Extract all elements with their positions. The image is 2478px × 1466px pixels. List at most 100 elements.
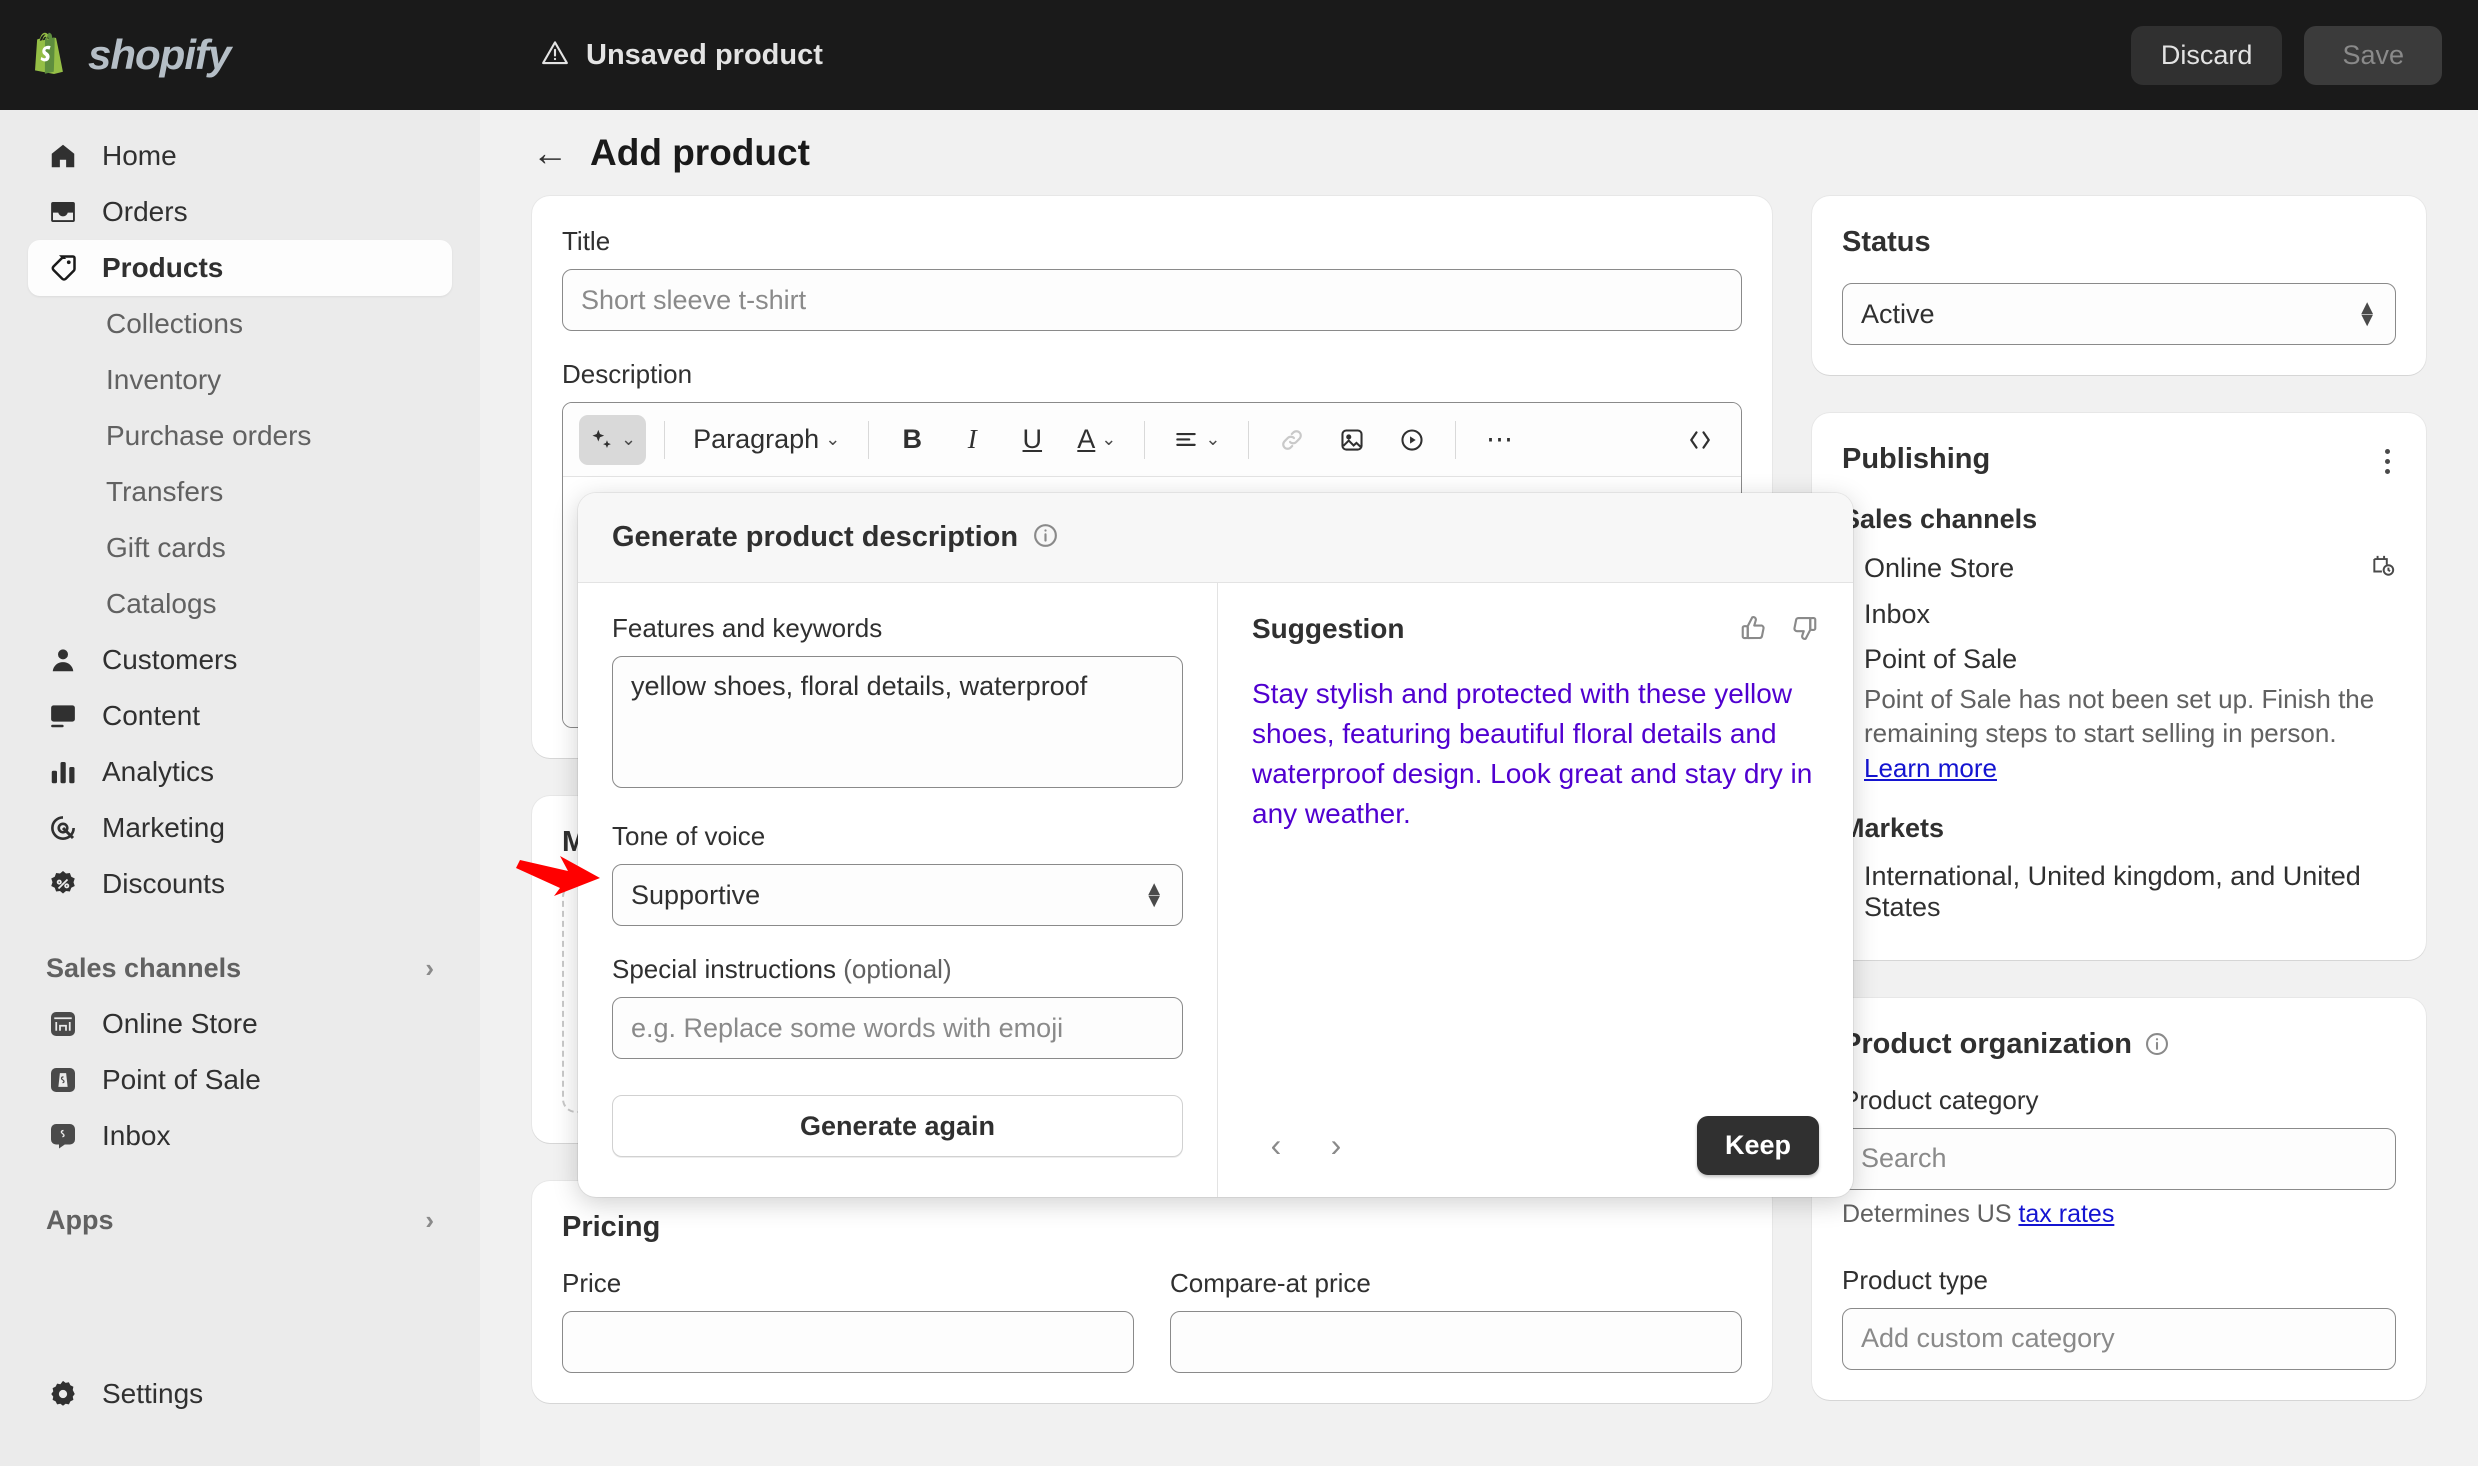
insert-image-icon[interactable]	[1327, 415, 1377, 465]
save-button[interactable]: Save	[2304, 25, 2442, 85]
more-horizontal-icon[interactable]: ⋯	[1474, 415, 1524, 465]
sales-channels-subhead: Sales channels	[1842, 504, 2038, 534]
chevron-down-icon: ⌄	[621, 429, 637, 449]
sidebar-item-online-store[interactable]: Online Store	[28, 996, 452, 1052]
sidebar-item-orders[interactable]: Orders	[28, 184, 452, 240]
popover-header: Generate product description	[578, 493, 1853, 583]
underline-button[interactable]: U	[1007, 415, 1057, 465]
keep-button[interactable]: Keep	[1696, 1116, 1819, 1175]
discount-badge-icon	[46, 867, 80, 901]
channel-row-point-of-sale[interactable]: Point of Sale	[1842, 637, 2396, 682]
divider	[868, 420, 870, 459]
sidebar-item-discounts[interactable]: Discounts	[28, 856, 452, 912]
sidebar-section-apps[interactable]: Apps ›	[28, 1192, 452, 1248]
sidebar-item-collections[interactable]: Collections	[28, 296, 452, 352]
sidebar-item-products[interactable]: Products	[28, 240, 452, 296]
features-keywords-textarea[interactable]	[612, 656, 1183, 788]
learn-more-link[interactable]: Learn more	[1864, 753, 1997, 783]
title-input[interactable]	[562, 269, 1742, 331]
paragraph-style-label: Paragraph	[693, 424, 820, 454]
product-organization-label: Product organization	[1842, 1027, 2132, 1060]
sidebar-label: Analytics	[102, 756, 215, 787]
unsaved-status-text: Unsaved product	[586, 38, 823, 71]
pos-setup-note: Point of Sale has not been set up. Finis…	[1864, 684, 2375, 749]
thumbs-up-icon[interactable]	[1739, 613, 1769, 648]
channel-row-inbox[interactable]: Inbox	[1842, 592, 2396, 637]
kebab-menu-icon[interactable]	[2379, 443, 2396, 480]
storefront-icon	[46, 1007, 80, 1041]
shopify-logo[interactable]: shopify	[0, 31, 480, 79]
tone-of-voice-select[interactable]: Supportive ▲ ▼	[612, 864, 1183, 926]
sidebar-nav: Home Orders Products Collections Invento…	[0, 110, 480, 1466]
generate-description-popover: Generate product description Features an…	[578, 493, 1853, 1197]
italic-button[interactable]: I	[947, 415, 997, 465]
sidebar-item-purchase-orders[interactable]: Purchase orders	[28, 408, 452, 464]
product-type-input[interactable]	[1842, 1307, 2396, 1370]
product-organization-title: Product organization	[1842, 1028, 2170, 1061]
sidebar-label: Settings	[102, 1378, 204, 1409]
sidebar-item-home[interactable]: Home	[28, 128, 452, 184]
sidebar-item-marketing[interactable]: Marketing	[28, 800, 452, 856]
compare-at-price-input[interactable]	[1170, 1311, 1742, 1373]
special-instructions-text: Special instructions	[612, 954, 836, 984]
align-left-icon[interactable]: ⌄	[1163, 415, 1230, 465]
shopify-bag-icon	[28, 32, 70, 78]
paragraph-style-dropdown[interactable]: Paragraph ⌄	[683, 415, 850, 465]
select-chevrons-icon: ▲ ▼	[1144, 877, 1164, 912]
sidebar-item-analytics[interactable]: Analytics	[28, 744, 452, 800]
price-input[interactable]	[562, 1311, 1134, 1373]
description-field-label: Description	[562, 359, 693, 389]
pricing-section-title: Pricing	[562, 1211, 661, 1243]
generate-again-button[interactable]: Generate again	[612, 1095, 1183, 1157]
sidebar-item-inventory[interactable]: Inventory	[28, 352, 452, 408]
sidebar-item-inbox[interactable]: Inbox	[28, 1108, 452, 1164]
insert-video-icon[interactable]	[1387, 415, 1437, 465]
sidebar-item-customers[interactable]: Customers	[28, 632, 452, 688]
channel-row-online-store[interactable]: Online Store	[1842, 545, 2396, 592]
suggestion-label: Suggestion	[1252, 613, 1405, 644]
popover-surface: Generate product description Features an…	[578, 493, 1853, 1197]
sidebar-item-point-of-sale[interactable]: Point of Sale	[28, 1052, 452, 1108]
suggestion-text: Stay stylish and protected with these ye…	[1252, 678, 1813, 830]
home-icon	[46, 139, 80, 173]
chevron-left-icon[interactable]: ‹	[1252, 1122, 1300, 1170]
tax-hint-text: Determines US	[1842, 1199, 2019, 1228]
secondary-column: Status Active ▲ ▼ Publishing Sales channe…	[1812, 196, 2426, 1438]
sidebar-item-content[interactable]: Content	[28, 688, 452, 744]
schedule-clock-icon[interactable]	[2370, 552, 2396, 585]
product-organization-card: Product organization Product category De…	[1812, 997, 2426, 1400]
sidebar-label: Marketing	[102, 812, 225, 843]
link-icon[interactable]	[1267, 415, 1317, 465]
top-bar: shopify Unsaved product Discard Save	[0, 0, 2478, 110]
sidebar-section-sales-channels[interactable]: Sales channels ›	[28, 940, 452, 996]
info-circle-icon[interactable]	[2144, 1031, 2170, 1057]
chevron-down-icon: ⌄	[1101, 429, 1117, 449]
product-tag-icon	[46, 251, 80, 285]
select-chevrons-icon: ▲ ▼	[2357, 296, 2377, 331]
chevron-down-icon: ⌄	[825, 429, 841, 449]
text-color-label: A	[1077, 424, 1096, 454]
code-brackets-icon[interactable]	[1675, 415, 1725, 465]
sidebar-item-settings[interactable]: Settings	[28, 1366, 452, 1422]
thumbs-down-icon[interactable]	[1789, 613, 1819, 648]
discard-button[interactable]: Discard	[2130, 25, 2283, 85]
info-circle-icon[interactable]	[1032, 522, 1059, 554]
status-select[interactable]: Active ▲ ▼	[1842, 283, 2396, 345]
chevron-right-icon[interactable]: ›	[1312, 1122, 1360, 1170]
sidebar-label: Inbox	[102, 1120, 171, 1151]
apps-label: Apps	[46, 1204, 114, 1235]
magic-sparkle-icon[interactable]: ⌄	[579, 414, 647, 465]
tax-rates-link[interactable]: tax rates	[2018, 1200, 2114, 1228]
tone-of-voice-value: Supportive	[631, 879, 761, 910]
sidebar-item-catalogs[interactable]: Catalogs	[28, 576, 452, 632]
special-instructions-input[interactable]	[612, 997, 1183, 1059]
sidebar-item-transfers[interactable]: Transfers	[28, 464, 452, 520]
back-arrow-icon[interactable]: ←	[532, 135, 568, 171]
bold-button[interactable]: B	[887, 415, 937, 465]
popover-suggestion-pane: Suggestion Stay stylish and protected wi…	[1218, 583, 1853, 1197]
sidebar-item-gift-cards[interactable]: Gift cards	[28, 520, 452, 576]
sidebar-label: Products	[102, 252, 224, 283]
text-color-button[interactable]: A ⌄	[1067, 415, 1126, 465]
divider	[1248, 420, 1250, 459]
product-category-search-input[interactable]	[1842, 1127, 2396, 1190]
